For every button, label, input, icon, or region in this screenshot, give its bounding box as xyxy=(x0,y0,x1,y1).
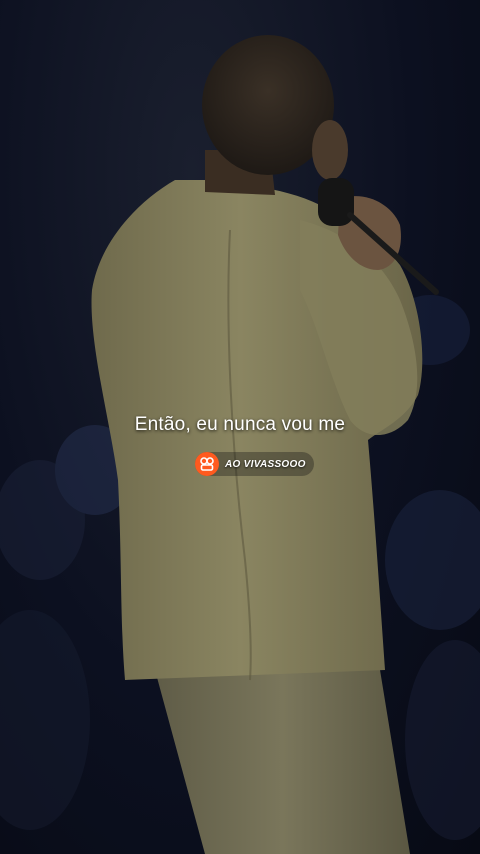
subtitle-caption: Então, eu nunca vou me xyxy=(134,414,346,435)
watermark-badge[interactable]: AO VIVASSOOO xyxy=(195,452,314,476)
watermark-username: AO VIVASSOOO xyxy=(225,458,306,470)
kwai-logo-icon xyxy=(195,452,219,476)
video-frame[interactable]: Então, eu nunca vou me AO VIVASSOOO xyxy=(0,0,480,854)
